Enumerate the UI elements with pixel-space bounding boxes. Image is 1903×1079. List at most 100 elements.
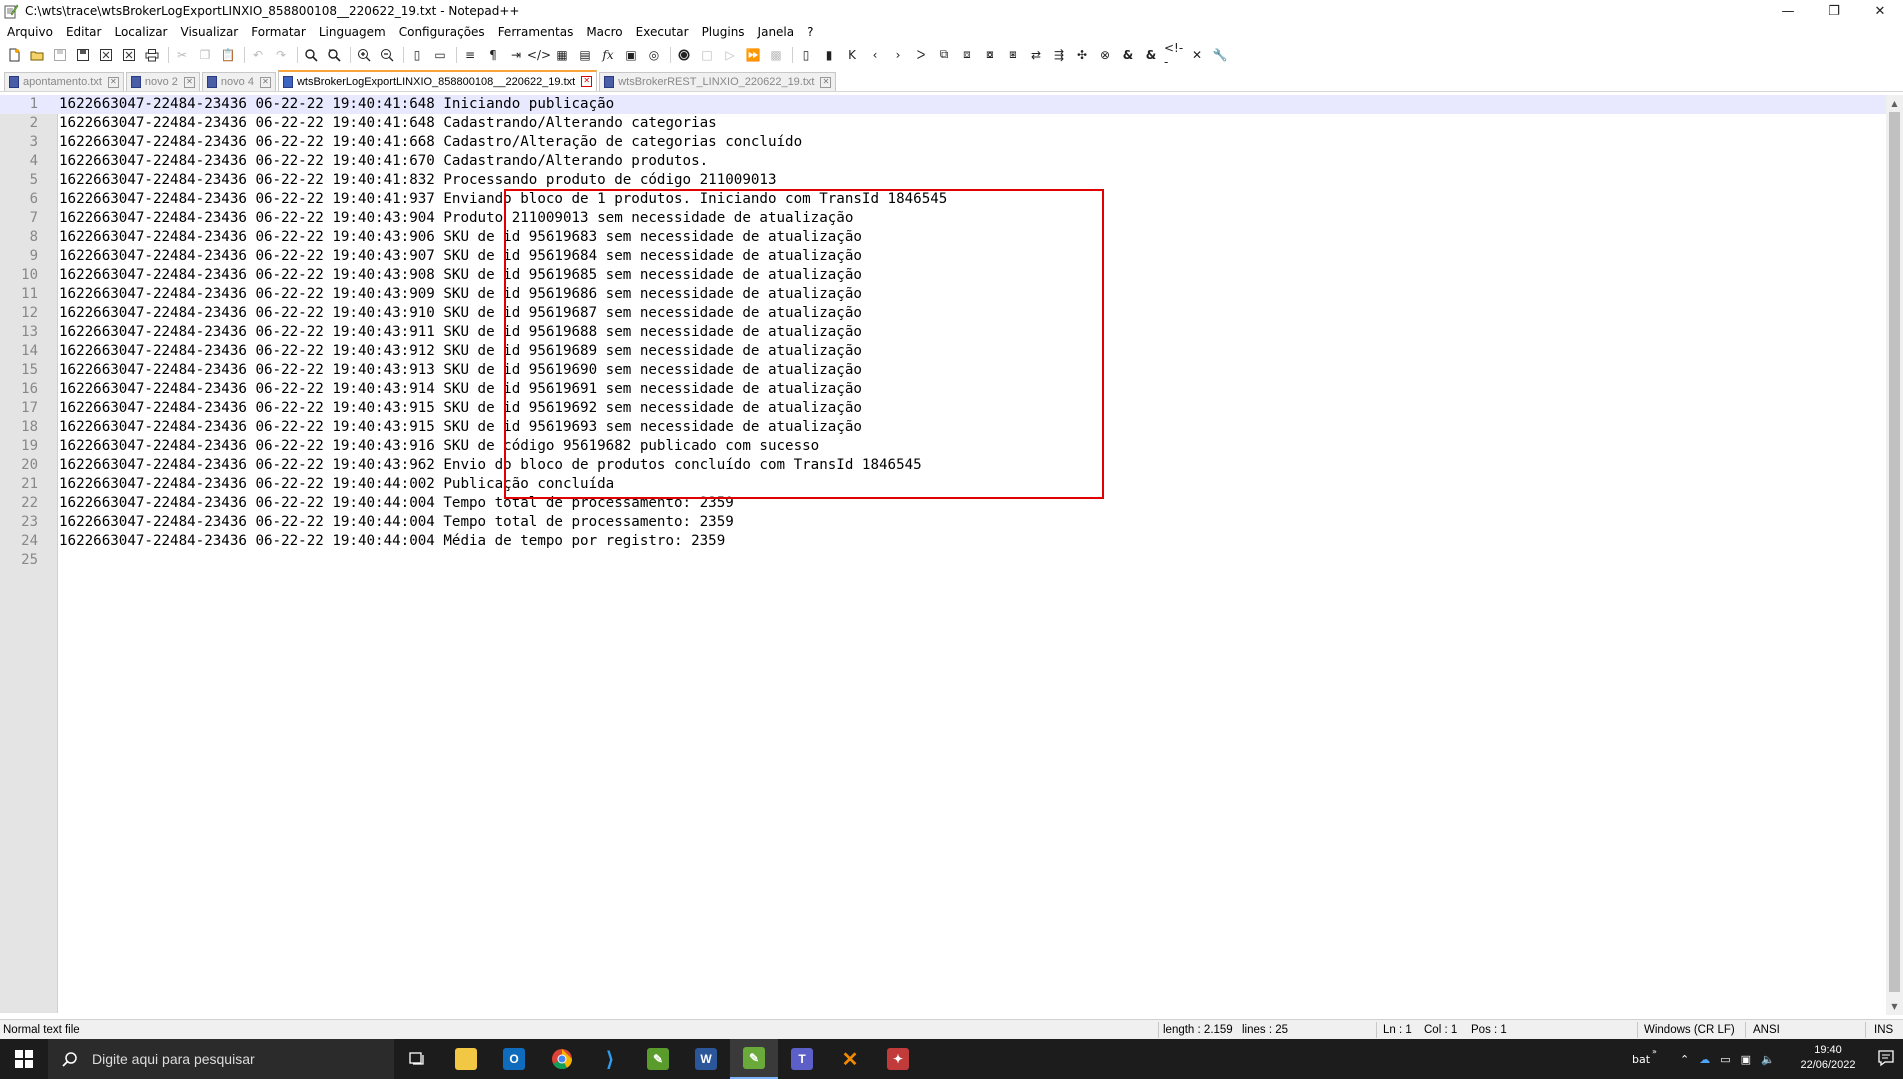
menu-editar[interactable]: Editar	[59, 25, 108, 39]
ampersand-icon[interactable]: &	[1118, 45, 1138, 65]
line-text[interactable]: 1622663047-22484-23436 06-22-22 19:40:41…	[59, 171, 777, 190]
compare-left-icon[interactable]: ⧈	[957, 45, 977, 65]
notification-center-icon[interactable]	[1877, 1049, 1895, 1067]
menu-configuracoes[interactable]: Configurações	[392, 25, 491, 39]
line-text[interactable]: 1622663047-22484-23436 06-22-22 19:40:43…	[59, 266, 862, 285]
ampersand-off-icon[interactable]: &	[1141, 45, 1161, 65]
cut-icon[interactable]: ✂	[172, 45, 192, 65]
onedrive-icon[interactable]: ☁	[1699, 1053, 1710, 1066]
word-wrap-icon[interactable]: ≡	[460, 45, 480, 65]
record-macro-icon[interactable]	[674, 45, 694, 65]
minimize-button[interactable]: —	[1765, 0, 1811, 22]
editor-line[interactable]: 7 1622663047-22484-23436 06-22-22 19:40:4…	[0, 209, 1898, 228]
line-text[interactable]: 1622663047-22484-23436 06-22-22 19:40:43…	[59, 399, 862, 418]
editor-line[interactable]: 19 1622663047-22484-23436 06-22-22 19:40:…	[0, 437, 1898, 456]
editor-line[interactable]: 14 1622663047-22484-23436 06-22-22 19:40:…	[0, 342, 1898, 361]
start-button[interactable]	[0, 1039, 48, 1079]
line-text[interactable]: 1622663047-22484-23436 06-22-22 19:40:41…	[59, 152, 708, 171]
line-text[interactable]: 1622663047-22484-23436 06-22-22 19:40:44…	[59, 513, 734, 532]
editor-line[interactable]: 9 1622663047-22484-23436 06-22-22 19:40:4…	[0, 247, 1898, 266]
editor-line[interactable]: 3 1622663047-22484-23436 06-22-22 19:40:4…	[0, 133, 1898, 152]
editor-line[interactable]: 10 1622663047-22484-23436 06-22-22 19:40:…	[0, 266, 1898, 285]
menu-executar[interactable]: Executar	[629, 25, 695, 39]
line-text[interactable]: 1622663047-22484-23436 06-22-22 19:40:43…	[59, 437, 819, 456]
print-icon[interactable]	[142, 45, 162, 65]
menu-localizar[interactable]: Localizar	[107, 25, 173, 39]
plugin-b-icon[interactable]: ▮	[819, 45, 839, 65]
taskbar-app-orange[interactable]: ✕	[826, 1039, 874, 1079]
editor-line[interactable]: 17 1622663047-22484-23436 06-22-22 19:40:…	[0, 399, 1898, 418]
previous-icon[interactable]: ‹	[865, 45, 885, 65]
menu-janela[interactable]: Janela	[751, 25, 801, 39]
editor-line[interactable]: 8 1622663047-22484-23436 06-22-22 19:40:4…	[0, 228, 1898, 247]
copy-icon[interactable]: ❐	[195, 45, 215, 65]
line-text[interactable]: 1622663047-22484-23436 06-22-22 19:40:43…	[59, 285, 862, 304]
task-view-button[interactable]	[394, 1039, 442, 1079]
line-text[interactable]: 1622663047-22484-23436 06-22-22 19:40:43…	[59, 380, 862, 399]
line-text[interactable]: 1622663047-22484-23436 06-22-22 19:40:43…	[59, 342, 862, 361]
scroll-down-icon[interactable]: ▼	[1886, 998, 1903, 1015]
menu-help[interactable]: ?	[800, 25, 819, 39]
editor-line[interactable]: 22 1622663047-22484-23436 06-22-22 19:40:…	[0, 494, 1898, 513]
editor-line[interactable]: 23 1622663047-22484-23436 06-22-22 19:40:…	[0, 513, 1898, 532]
save-icon[interactable]	[50, 45, 70, 65]
line-text[interactable]: 1622663047-22484-23436 06-22-22 19:40:43…	[59, 456, 922, 475]
save-all-icon[interactable]	[73, 45, 93, 65]
sync-horizontal-icon[interactable]: ▭	[430, 45, 450, 65]
taskbar-search-box[interactable]: Digite aqui para pesquisar	[48, 1039, 394, 1079]
line-text[interactable]: 1622663047-22484-23436 06-22-22 19:40:41…	[59, 95, 614, 114]
tray-label[interactable]: bat »	[1632, 1039, 1657, 1079]
editor-line[interactable]: 15 1622663047-22484-23436 06-22-22 19:40:…	[0, 361, 1898, 380]
settings-plugin-icon[interactable]: ✣	[1072, 45, 1092, 65]
editor-lines[interactable]: 1 1622663047-22484-23436 06-22-22 19:40:4…	[0, 95, 1898, 570]
tab-close-icon[interactable]: ✕	[820, 76, 832, 88]
undo-icon[interactable]: ↶	[248, 45, 268, 65]
line-text[interactable]: 1622663047-22484-23436 06-22-22 19:40:44…	[59, 475, 614, 494]
battery-icon[interactable]: ▭	[1720, 1053, 1730, 1066]
scrollbar-thumb[interactable]	[1889, 112, 1900, 992]
paste-icon[interactable]: 📋	[218, 45, 238, 65]
taskbar-notepadpp[interactable]: ✎	[730, 1039, 778, 1079]
line-text[interactable]: 1622663047-22484-23436 06-22-22 19:40:43…	[59, 323, 862, 342]
taskbar-app-chart[interactable]: ✦	[874, 1039, 922, 1079]
volume-icon[interactable]: 🔈	[1761, 1053, 1775, 1066]
editor-line[interactable]: 21 1622663047-22484-23436 06-22-22 19:40:…	[0, 475, 1898, 494]
stop-macro-icon[interactable]: □	[697, 45, 717, 65]
menu-visualizar[interactable]: Visualizar	[174, 25, 245, 39]
taskbar-outlook[interactable]: O	[490, 1039, 538, 1079]
next-icon[interactable]: ›	[888, 45, 908, 65]
line-text[interactable]: 1622663047-22484-23436 06-22-22 19:40:44…	[59, 532, 725, 551]
editor-line[interactable]: 16 1622663047-22484-23436 06-22-22 19:40:…	[0, 380, 1898, 399]
tray-chevron-icon[interactable]: »	[1652, 1047, 1657, 1056]
close-all-icon[interactable]	[119, 45, 139, 65]
editor-line[interactable]: 4 1622663047-22484-23436 06-22-22 19:40:4…	[0, 152, 1898, 171]
network-icon[interactable]: ▣	[1741, 1053, 1751, 1066]
tab-novo-2[interactable]: novo 2 ✕	[125, 72, 200, 91]
plugin-a-icon[interactable]: ▯	[796, 45, 816, 65]
editor-line[interactable]: 18 1622663047-22484-23436 06-22-22 19:40:…	[0, 418, 1898, 437]
editor-line[interactable]: 11 1622663047-22484-23436 06-22-22 19:40:…	[0, 285, 1898, 304]
function-list-icon[interactable]: fx	[598, 45, 618, 65]
find-icon[interactable]	[301, 45, 321, 65]
tab-wtsbrokerrest[interactable]: wtsBrokerREST_LINXIO_220622_19.txt ✕	[599, 72, 837, 91]
line-text[interactable]: 1622663047-22484-23436 06-22-22 19:40:43…	[59, 304, 862, 323]
folder-as-workspace-icon[interactable]: ▣	[621, 45, 641, 65]
line-text[interactable]: 1622663047-22484-23436 06-22-22 19:40:43…	[59, 418, 862, 437]
open-file-icon[interactable]	[27, 45, 47, 65]
menu-arquivo[interactable]: Arquivo	[0, 25, 59, 39]
show-all-chars-icon[interactable]: ¶	[483, 45, 503, 65]
vertical-scrollbar[interactable]: ▲ ▼	[1886, 95, 1903, 1015]
tab-close-icon[interactable]: ✕	[581, 76, 593, 87]
indent-guide-icon[interactable]: ⇥	[506, 45, 526, 65]
diff-icon[interactable]: ⇄	[1026, 45, 1046, 65]
last-icon[interactable]: ᐳ	[911, 45, 931, 65]
restore-button[interactable]: ❐	[1811, 0, 1857, 22]
editor-line[interactable]: 6 1622663047-22484-23436 06-22-22 19:40:4…	[0, 190, 1898, 209]
sync-vertical-icon[interactable]: ▯	[407, 45, 427, 65]
tab-close-icon[interactable]: ✕	[183, 76, 195, 88]
menu-macro[interactable]: Macro	[579, 25, 628, 39]
line-text[interactable]: 1622663047-22484-23436 06-22-22 19:40:41…	[59, 133, 802, 152]
line-text[interactable]: 1622663047-22484-23436 06-22-22 19:40:43…	[59, 228, 862, 247]
editor-line[interactable]: 2 1622663047-22484-23436 06-22-22 19:40:4…	[0, 114, 1898, 133]
uncomment-icon[interactable]: ✕	[1187, 45, 1207, 65]
